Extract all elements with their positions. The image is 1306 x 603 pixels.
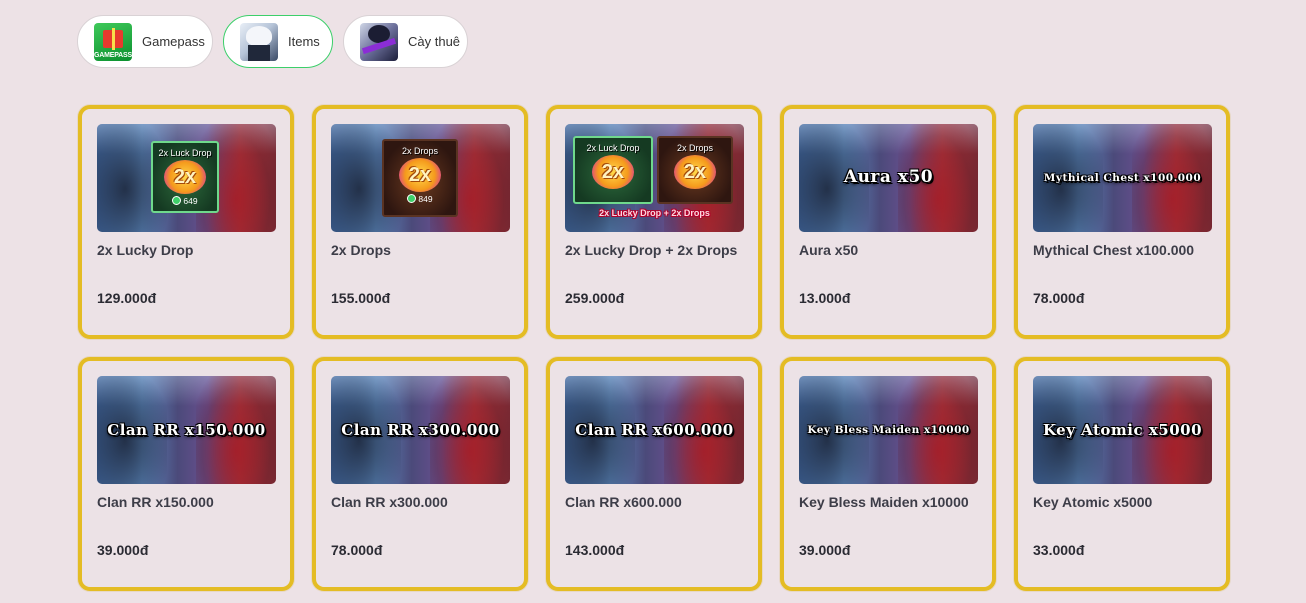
product-card[interactable]: Clan RR x600.000 Clan RR x600.000 143.00… xyxy=(546,357,762,591)
product-image: Key Bless Maiden x10000 xyxy=(799,376,978,484)
badge-value: 2x xyxy=(164,160,206,194)
luck-drop-badge: 2x Luck Drop 2x 649 xyxy=(151,141,219,213)
product-card[interactable]: Aura x50 Aura x50 13.000đ xyxy=(780,105,996,339)
product-price: 78.000đ xyxy=(1033,290,1085,306)
product-image: Mythical Chest x100.000 xyxy=(1033,124,1212,232)
badge-value: 2x xyxy=(399,158,441,192)
robux-icon xyxy=(407,194,417,203)
product-price: 13.000đ xyxy=(799,290,851,306)
badge-value: 2x xyxy=(674,155,716,189)
cay-thue-thumbnail xyxy=(360,22,398,61)
product-name: Clan RR x600.000 xyxy=(565,494,682,510)
badge-title: 2x Drops xyxy=(401,146,438,156)
tab-label: Cày thuê xyxy=(408,34,461,49)
badge-price: 849 xyxy=(384,194,456,204)
product-image: 2x Drops 2x 849 xyxy=(331,124,510,232)
product-grid: 2x Luck Drop 2x 649 2x Lucky Drop 129.00… xyxy=(78,105,1230,591)
tab-label: Gamepass xyxy=(142,34,205,49)
product-card[interactable]: 2x Drops 2x 849 2x Drops 155.000đ xyxy=(312,105,528,339)
drops-badge: 2x Drops 2x xyxy=(657,136,733,204)
product-price: 129.000đ xyxy=(97,290,157,306)
image-overlay-text: Key Bless Maiden x10000 xyxy=(807,424,970,436)
image-overlay-text: Key Atomic x5000 xyxy=(1042,421,1203,439)
product-name: Clan RR x150.000 xyxy=(97,494,214,510)
product-price: 143.000đ xyxy=(565,542,625,558)
badge-title: 2x Luck Drop xyxy=(586,143,640,153)
gamepass-thumb-text: GAMEPASS xyxy=(94,51,132,59)
product-image: Aura x50 xyxy=(799,124,978,232)
product-price: 155.000đ xyxy=(331,290,391,306)
luck-drop-badge: 2x Luck Drop 2x xyxy=(573,136,653,204)
product-image: Clan RR x150.000 xyxy=(97,376,276,484)
product-card[interactable]: 2x Luck Drop 2x 649 2x Lucky Drop 129.00… xyxy=(78,105,294,339)
product-price: 39.000đ xyxy=(799,542,851,558)
image-overlay-text: Mythical Chest x100.000 xyxy=(1043,172,1202,184)
product-card[interactable]: 2x Luck Drop 2x 2x Drops 2x 2x Lucky Dro… xyxy=(546,105,762,339)
product-card[interactable]: Clan RR x150.000 Clan RR x150.000 39.000… xyxy=(78,357,294,591)
robux-icon xyxy=(172,196,182,205)
product-image: Clan RR x300.000 xyxy=(331,376,510,484)
product-image: 2x Luck Drop 2x 649 xyxy=(97,124,276,232)
product-image: Clan RR x600.000 xyxy=(565,376,744,484)
product-name: 2x Lucky Drop + 2x Drops xyxy=(565,242,738,258)
badge-title: 2x Luck Drop xyxy=(158,148,212,158)
tab-cay-thue[interactable]: Cày thuê xyxy=(343,15,468,68)
badge-price: 649 xyxy=(153,196,217,206)
drops-badge: 2x Drops 2x 849 xyxy=(382,139,458,217)
image-overlay-text: Clan RR x150.000 xyxy=(107,421,266,439)
combo-caption: 2x Lucky Drop + 2x Drops xyxy=(599,208,710,218)
badge-value: 2x xyxy=(592,155,634,189)
product-name: Key Atomic x5000 xyxy=(1033,494,1153,510)
product-price: 33.000đ xyxy=(1033,542,1085,558)
items-thumbnail xyxy=(240,22,278,61)
badge-price-value: 849 xyxy=(418,194,433,204)
image-overlay-text: Clan RR x600.000 xyxy=(575,421,734,439)
product-name: Aura x50 xyxy=(799,242,859,258)
product-card[interactable]: Mythical Chest x100.000 Mythical Chest x… xyxy=(1014,105,1230,339)
product-image: Key Atomic x5000 xyxy=(1033,376,1212,484)
tab-gamepass[interactable]: GAMEPASS Gamepass xyxy=(77,15,213,68)
product-image: 2x Luck Drop 2x 2x Drops 2x 2x Lucky Dro… xyxy=(565,124,744,232)
product-price: 259.000đ xyxy=(565,290,625,306)
badge-title: 2x Drops xyxy=(676,143,713,153)
product-name: Clan RR x300.000 xyxy=(331,494,448,510)
product-name: Key Bless Maiden x10000 xyxy=(799,494,969,510)
image-overlay-text: Aura x50 xyxy=(843,167,934,187)
image-overlay-text: Clan RR x300.000 xyxy=(341,421,500,439)
product-card[interactable]: Key Atomic x5000 Key Atomic x5000 33.000… xyxy=(1014,357,1230,591)
badge-price-value: 649 xyxy=(183,196,198,206)
product-card[interactable]: Clan RR x300.000 Clan RR x300.000 78.000… xyxy=(312,357,528,591)
tab-items[interactable]: Items xyxy=(223,15,333,68)
product-name: Mythical Chest x100.000 xyxy=(1033,242,1195,258)
tab-label: Items xyxy=(288,34,320,49)
category-tabs: GAMEPASS Gamepass Items Cày thuê xyxy=(77,15,468,68)
product-card[interactable]: Key Bless Maiden x10000 Key Bless Maiden… xyxy=(780,357,996,591)
product-name: 2x Lucky Drop xyxy=(97,242,194,258)
product-price: 78.000đ xyxy=(331,542,383,558)
product-price: 39.000đ xyxy=(97,542,149,558)
product-name: 2x Drops xyxy=(331,242,391,258)
gamepass-thumbnail: GAMEPASS xyxy=(94,22,132,61)
